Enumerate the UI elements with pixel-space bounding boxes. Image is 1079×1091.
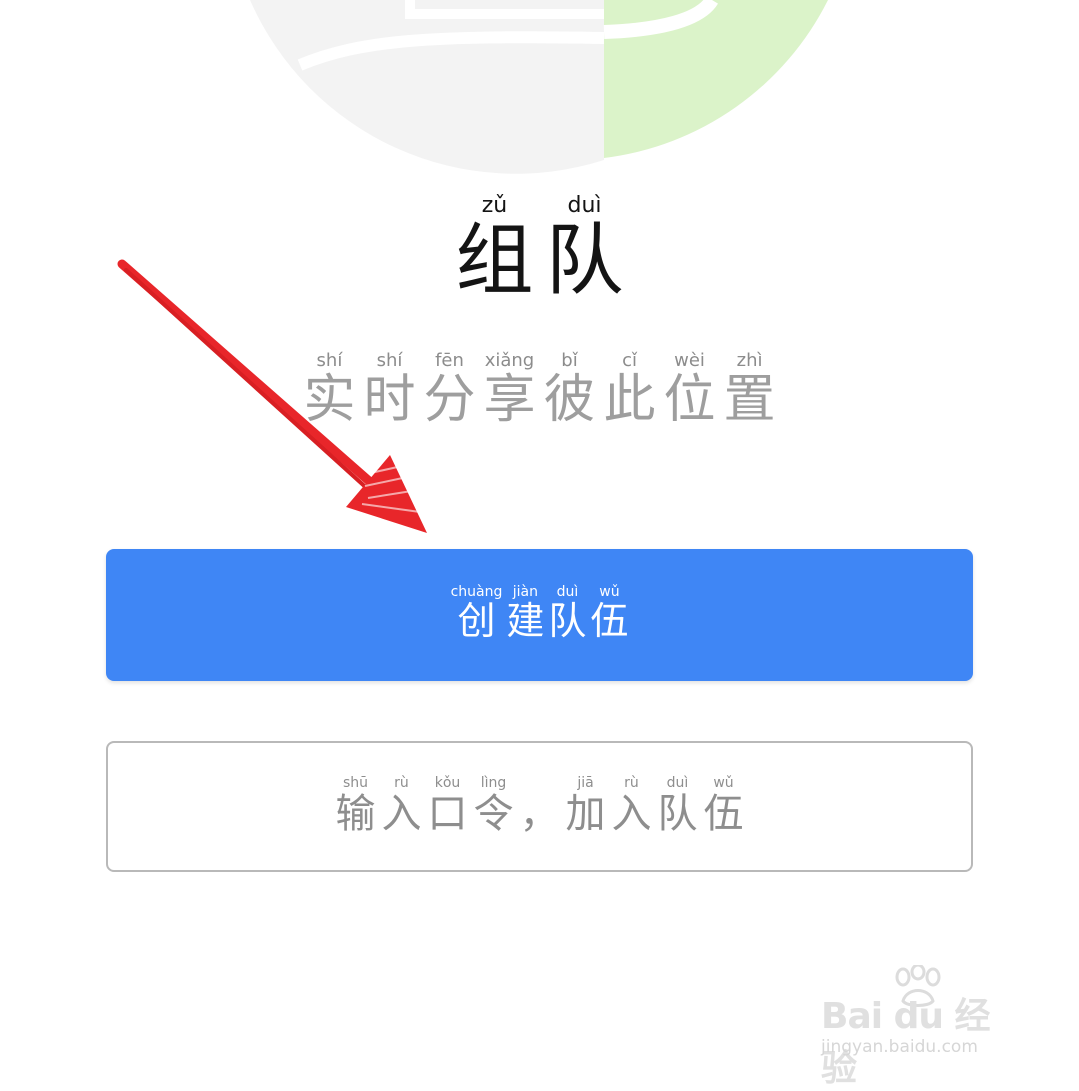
create-team-button[interactable]: 创chuàng建jiàn队duì伍wǔ <box>106 549 973 681</box>
title-char: 队duì <box>545 193 624 306</box>
baidu-jingyan-watermark: Bai du 经验 jingyan.baidu.com <box>821 965 1021 1089</box>
page-title: 组zǔ队duì <box>0 193 1079 307</box>
watermark-url: jingyan.baidu.com <box>821 1037 978 1057</box>
title-char: 组zǔ <box>455 193 534 306</box>
create-team-label: 创chuàng建jiàn队duì伍wǔ <box>450 584 629 644</box>
page-subtitle: 实shí时shí分fēn享xiǎng彼bǐ此cǐ位wèi置zhì <box>303 350 776 430</box>
join-team-button[interactable]: 输shū入rù口kǒu令lìng， 加jiā入rù队duì伍wǔ <box>106 741 973 872</box>
team-logo-icon <box>250 0 828 174</box>
join-team-label: 输shū入rù口kǒu令lìng， 加jiā入rù队duì伍wǔ <box>335 774 744 837</box>
